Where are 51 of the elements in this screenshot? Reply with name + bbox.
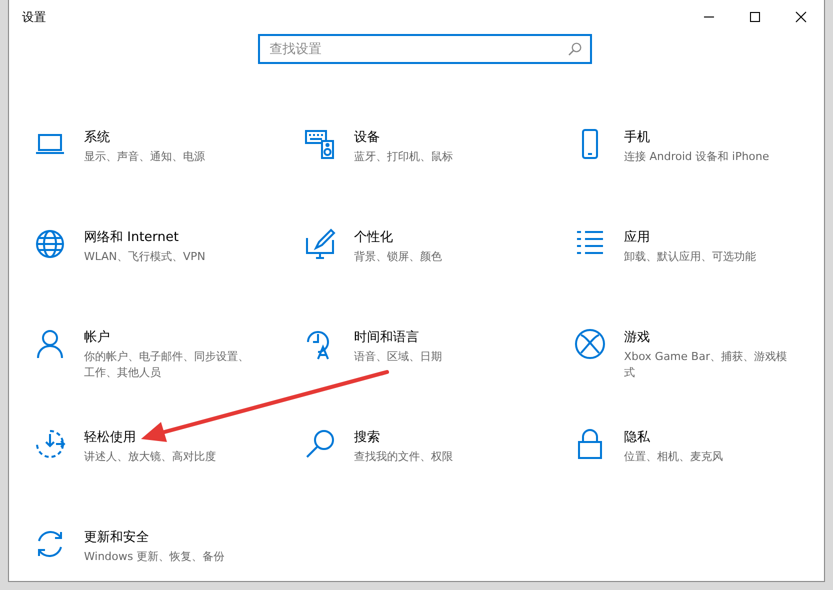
close-icon [795, 11, 807, 23]
category-title: 个性化 [354, 229, 394, 246]
category-description: 位置、相机、麦克风 [624, 449, 724, 465]
keyboard-speaker-icon [304, 128, 336, 160]
settings-category[interactable]: 手机 连接 Android 设备和 iPhone [574, 128, 833, 228]
settings-category[interactable]: 设备 蓝牙、打印机、鼠标 [304, 128, 574, 228]
category-description: Windows 更新、恢复、备份 [84, 549, 226, 565]
category-description: 你的帐户、电子邮件、同步设置、工作、其他人员 [84, 349, 250, 381]
category-title: 网络和 Internet [84, 229, 180, 246]
category-title: 搜索 [354, 429, 381, 446]
category-description: 连接 Android 设备和 iPhone [624, 149, 770, 165]
settings-category[interactable]: 应用 卸载、默认应用、可选功能 [574, 228, 833, 328]
settings-category[interactable]: 时间和语言 语音、区域、日期 [304, 328, 574, 428]
settings-category[interactable]: 更新和安全 Windows 更新、恢复、备份 [34, 528, 304, 590]
pen-monitor-icon [304, 228, 336, 260]
category-title: 隐私 [624, 429, 651, 446]
category-description: Xbox Game Bar、捕获、游戏模式 [624, 349, 788, 381]
window-title: 设置 [22, 8, 46, 26]
settings-category[interactable]: 隐私 位置、相机、麦克风 [574, 428, 833, 528]
category-description: 语音、区域、日期 [354, 349, 443, 365]
category-description: 讲述人、放大镜、高对比度 [84, 449, 217, 465]
ease-of-access-icon [34, 428, 66, 460]
settings-category[interactable]: 个性化 背景、锁屏、颜色 [304, 228, 574, 328]
settings-category[interactable]: 系统 显示、声音、通知、电源 [34, 128, 304, 228]
category-title: 应用 [624, 229, 651, 246]
category-title: 帐户 [84, 329, 111, 346]
category-title: 手机 [624, 129, 651, 146]
category-description: 查找我的文件、权限 [354, 449, 454, 465]
person-icon [34, 328, 66, 360]
globe-icon [34, 228, 66, 260]
category-title: 更新和安全 [84, 529, 150, 546]
xbox-icon [574, 328, 606, 360]
settings-category[interactable]: 网络和 Internet WLAN、飞行模式、VPN [34, 228, 304, 328]
category-description: 显示、声音、通知、电源 [84, 149, 206, 165]
category-title: 时间和语言 [354, 329, 420, 346]
category-title: 轻松使用 [84, 429, 137, 446]
settings-category[interactable]: 搜索 查找我的文件、权限 [304, 428, 574, 528]
category-title: 游戏 [624, 329, 651, 346]
category-title: 系统 [84, 129, 111, 146]
category-description: 蓝牙、打印机、鼠标 [354, 149, 454, 165]
category-description: 卸载、默认应用、可选功能 [624, 249, 757, 265]
search-field[interactable]: 查找设置 [258, 34, 592, 64]
category-description: WLAN、飞行模式、VPN [84, 249, 206, 265]
settings-category[interactable]: 游戏 Xbox Game Bar、捕获、游戏模式 [574, 328, 833, 428]
search-icon [304, 428, 336, 460]
category-title: 设备 [354, 129, 381, 146]
settings-category[interactable]: 帐户 你的帐户、电子邮件、同步设置、工作、其他人员 [34, 328, 304, 428]
search-icon [568, 42, 582, 56]
category-description: 背景、锁屏、颜色 [354, 249, 443, 265]
settings-category[interactable]: 轻松使用 讲述人、放大镜、高对比度 [34, 428, 304, 528]
maximize-icon [749, 11, 761, 23]
